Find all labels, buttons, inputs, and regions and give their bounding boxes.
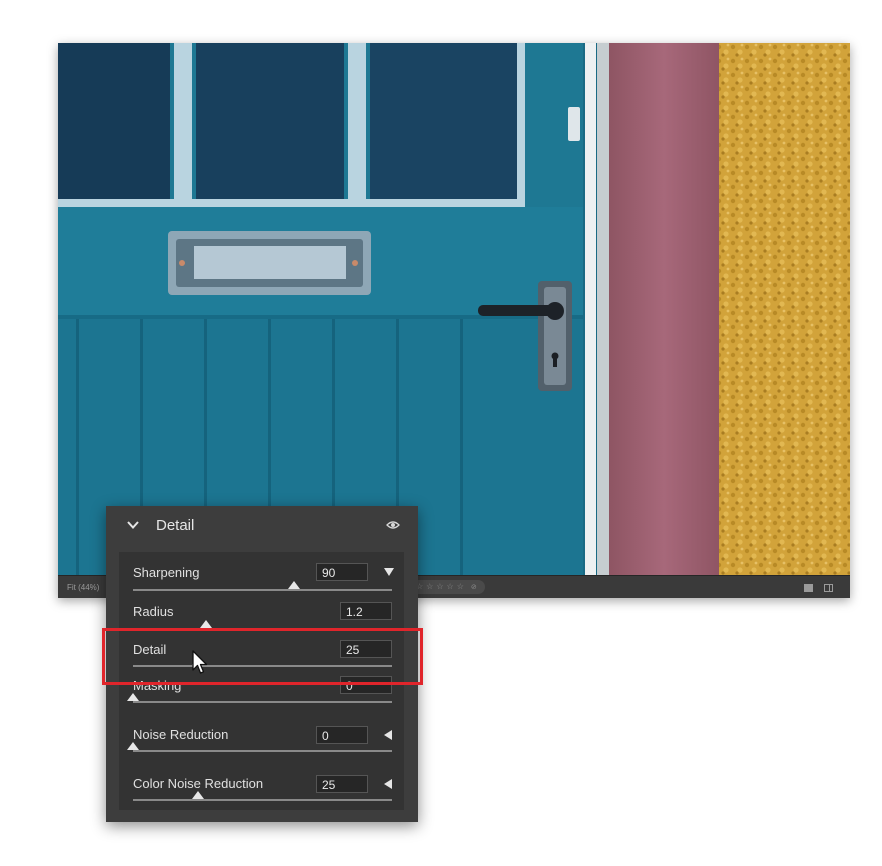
before-after-icon[interactable] xyxy=(824,584,833,592)
noise-reduction-label: Noise Reduction xyxy=(133,727,229,742)
color-noise-reduction-thumb[interactable] xyxy=(191,791,204,799)
noise-reduction-thumb[interactable] xyxy=(127,742,139,750)
panel-header[interactable]: Detail xyxy=(106,506,418,544)
door-photo xyxy=(58,43,850,575)
noise-reduction-value[interactable]: 0 xyxy=(316,726,368,744)
color-noise-reduction-value[interactable]: 25 xyxy=(316,775,368,793)
masking-track[interactable] xyxy=(133,701,392,703)
clear-rating-icon[interactable]: ⊘ xyxy=(471,583,477,591)
caret-left-icon[interactable] xyxy=(384,779,392,789)
star-icon[interactable]: ☆ xyxy=(447,583,454,591)
highlight-box xyxy=(102,628,423,685)
sharpening-label: Sharpening xyxy=(133,565,200,580)
radius-label: Radius xyxy=(133,604,174,619)
zoom-level[interactable]: Fit (44%) xyxy=(67,583,99,592)
caret-left-icon[interactable] xyxy=(384,730,392,740)
color-noise-reduction-label: Color Noise Reduction xyxy=(133,776,264,791)
masking-thumb[interactable] xyxy=(127,693,139,701)
sharpening-value[interactable]: 90 xyxy=(316,563,368,581)
caret-down-icon[interactable] xyxy=(384,568,394,576)
star-icon[interactable]: ☆ xyxy=(426,583,433,591)
radius-thumb[interactable] xyxy=(199,620,212,628)
star-icon[interactable]: ☆ xyxy=(457,583,464,591)
star-rating[interactable]: ☆ ☆ ☆ ☆ ☆ ⊘ xyxy=(408,580,485,594)
star-icon[interactable]: ☆ xyxy=(436,583,443,591)
chevron-down-icon[interactable] xyxy=(126,518,140,532)
color-noise-reduction-track[interactable] xyxy=(133,799,392,801)
radius-value[interactable]: 1.2 xyxy=(340,602,392,620)
mouse-pointer-icon xyxy=(192,650,208,674)
sharpening-thumb[interactable] xyxy=(287,581,300,589)
eye-icon[interactable] xyxy=(386,520,400,530)
single-view-icon[interactable] xyxy=(804,584,813,592)
color-noise-reduction-row: Color Noise Reduction 25 xyxy=(119,767,404,817)
noise-reduction-track[interactable] xyxy=(133,750,392,752)
panel-title: Detail xyxy=(156,517,195,534)
noise-reduction-row: Noise Reduction 0 xyxy=(119,718,404,768)
